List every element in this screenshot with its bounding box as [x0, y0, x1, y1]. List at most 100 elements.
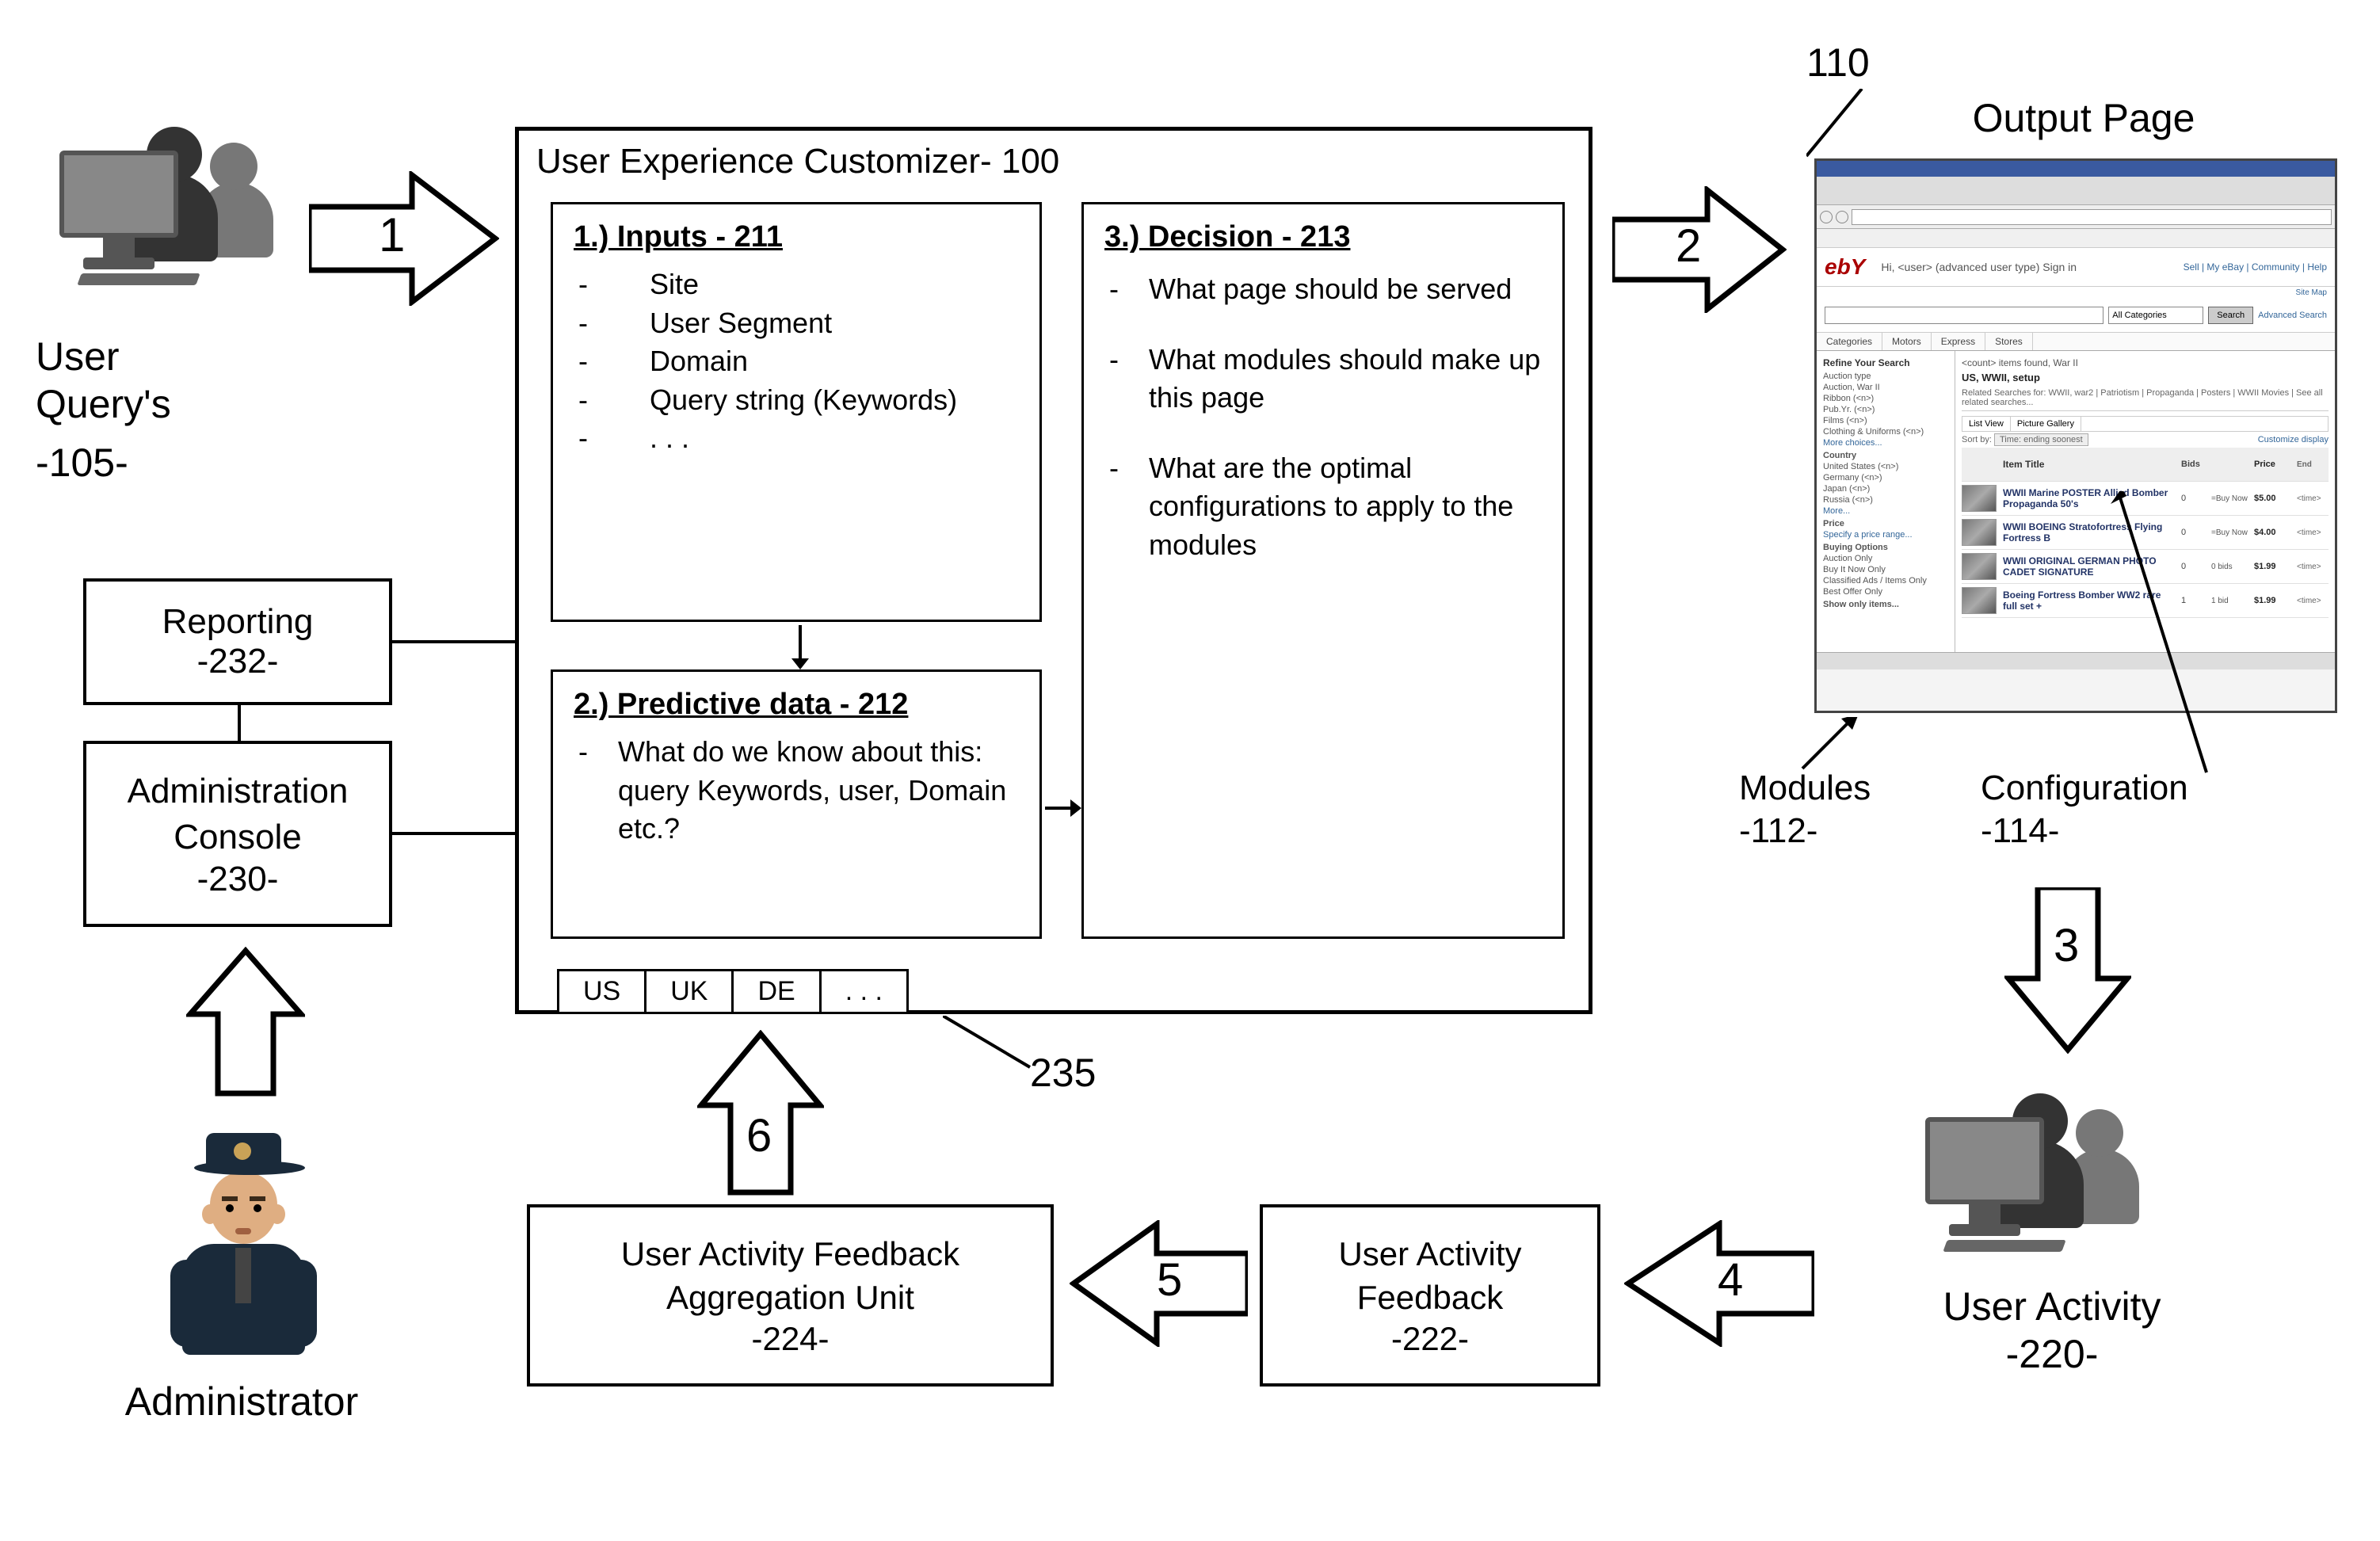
results-query: US, WWII, setup: [1962, 372, 2329, 383]
region-tab: UK: [644, 969, 734, 1012]
user-query-label: User Query's: [36, 333, 242, 428]
site-tab[interactable]: Motors: [1882, 333, 1932, 350]
view-options: List View Picture Gallery: [1962, 416, 2329, 432]
customizer-container: User Experience Customizer- 100 1.) Inpu…: [515, 127, 1592, 1014]
flow-arrow-2: 2: [1612, 186, 1787, 313]
connector-admin-customizer: [392, 832, 515, 835]
site-map-link: Site Map: [1817, 287, 2335, 299]
refine-item: Show only items...: [1823, 600, 1948, 609]
inputs-item: . . .: [618, 419, 1019, 458]
site-tabs: Categories Motors Express Stores: [1817, 333, 2335, 351]
output-ref-top: 110: [1806, 40, 1870, 86]
flow-arrow-6: 6: [697, 1030, 824, 1196]
flow-arrow-3: 3: [2004, 887, 2131, 1054]
site-searchbar: All Categories Search Advanced Search: [1817, 299, 2335, 333]
decision-item: What modules should make up this page: [1149, 341, 1542, 418]
browser-addressbar: [1817, 205, 2335, 229]
user-activity-icon: [1925, 1085, 2163, 1260]
admin-console-box: Administration Console -230-: [83, 741, 392, 927]
result-end: <time>: [2297, 494, 2329, 503]
output-page-title: Output Page: [1917, 95, 2250, 141]
search-input[interactable]: [1825, 307, 2103, 324]
result-thumb: [1962, 587, 1997, 614]
site-header: ebY Hi, <user> (advanced user type) Sign…: [1817, 248, 2335, 287]
col-header: Item Title: [2003, 459, 2175, 470]
site-tab[interactable]: Categories: [1817, 333, 1882, 350]
customizer-title: User Experience Customizer- 100: [519, 131, 1589, 193]
sort-label: Sort by:: [1962, 435, 1992, 444]
modules-label: Modules: [1739, 769, 1871, 808]
result-end: <time>: [2297, 528, 2329, 537]
site-tab[interactable]: Stores: [1985, 333, 2033, 350]
predictive-heading: 2.) Predictive data - 212: [574, 688, 1019, 722]
flow-arrow-1: 1: [309, 171, 499, 306]
result-price: $1.99: [2254, 562, 2290, 571]
feedback-label: User Activity Feedback: [1338, 1233, 1521, 1319]
header-nav: Sell | My eBay | Community | Help: [2184, 261, 2327, 273]
result-thumb: [1962, 553, 1997, 580]
config-ref: -114-: [1981, 811, 2059, 851]
refine-item: Best Offer Only: [1823, 587, 1948, 597]
browser-toolbar: [1817, 177, 2335, 205]
col-header: Price: [2254, 460, 2290, 469]
users-icon: [59, 119, 297, 293]
refine-item: Buy It Now Only: [1823, 565, 1948, 574]
refine-item: United States (<n>): [1823, 462, 1948, 471]
reporting-ref: -232-: [197, 642, 279, 681]
results-found: <count> items found, War II: [1962, 357, 2329, 368]
flow-arrow-5-label: 5: [1157, 1253, 1182, 1306]
flow-arrow-6-label: 6: [746, 1109, 772, 1162]
tabs-ref: 235: [1030, 1050, 1096, 1096]
view-option[interactable]: Picture Gallery: [2011, 417, 2081, 431]
region-tab: US: [557, 969, 646, 1012]
refine-item: Country: [1823, 451, 1948, 460]
search-category[interactable]: All Categories: [2108, 307, 2203, 324]
refine-item: Clothing & Uniforms (<n>): [1823, 427, 1948, 437]
flow-arrow-1-label: 1: [379, 208, 405, 262]
admin-console-ref: -230-: [197, 860, 279, 899]
customize-display[interactable]: Customize display: [2258, 435, 2329, 444]
predictive-list: -What do we know about this: query Keywo…: [578, 733, 1019, 849]
region-tab: . . .: [819, 969, 909, 1012]
result-price: $4.00: [2254, 528, 2290, 537]
result-price: $5.00: [2254, 494, 2290, 503]
refine-title: Refine Your Search: [1823, 357, 1948, 368]
flow-arrow-4: 4: [1624, 1220, 1814, 1347]
refine-item: Russia (<n>): [1823, 495, 1948, 505]
advanced-search-link[interactable]: Advanced Search: [2258, 311, 2327, 320]
result-end: <time>: [2297, 597, 2329, 605]
flow-arrow-5: 5: [1070, 1220, 1248, 1347]
connector-reporting-customizer: [392, 640, 515, 643]
connector-reporting-admin: [238, 705, 241, 741]
browser-titlebar: [1817, 161, 2335, 177]
refine-item: Ribbon (<n>): [1823, 394, 1948, 403]
feedback-ref: -222-: [1391, 1320, 1469, 1358]
aggregation-box: User Activity Feedback Aggregation Unit …: [527, 1204, 1054, 1387]
predictive-item: What do we know about this: query Keywor…: [618, 733, 1019, 849]
aggregation-ref: -224-: [751, 1320, 829, 1358]
region-tab: DE: [731, 969, 821, 1012]
refine-item: Specify a price range...: [1823, 530, 1948, 540]
browser-linksbar: [1817, 229, 2335, 248]
view-option[interactable]: List View: [1962, 417, 2011, 431]
refine-item: Pub.Yr. (<n>): [1823, 405, 1948, 414]
decision-list: -What page should be served -What module…: [1109, 270, 1542, 565]
inputs-list: -Site -User Segment -Domain -Query strin…: [578, 265, 1019, 458]
output-page-mock: ebY Hi, <user> (advanced user type) Sign…: [1814, 158, 2337, 713]
administrator-label: Administrator: [79, 1379, 404, 1425]
sort-select[interactable]: Time: ending soonest: [1994, 433, 2088, 446]
search-button[interactable]: Search: [2208, 307, 2253, 324]
result-end: <time>: [2297, 563, 2329, 571]
refine-item: Price: [1823, 519, 1948, 528]
decision-item: What page should be served: [1149, 270, 1542, 309]
refine-item: Classified Ads / Items Only: [1823, 576, 1948, 586]
refine-item: Films (<n>): [1823, 416, 1948, 425]
decision-heading: 3.) Decision - 213: [1104, 220, 1542, 254]
result-format: =Buy Now: [2211, 494, 2248, 503]
predictive-box: 2.) Predictive data - 212 -What do we kn…: [551, 669, 1042, 939]
result-format: 0 bids: [2211, 563, 2248, 571]
col-header: End: [2297, 460, 2329, 469]
decision-item: What are the optimal configurations to a…: [1149, 449, 1542, 565]
site-tab[interactable]: Express: [1932, 333, 1985, 350]
result-price: $1.99: [2254, 596, 2290, 605]
